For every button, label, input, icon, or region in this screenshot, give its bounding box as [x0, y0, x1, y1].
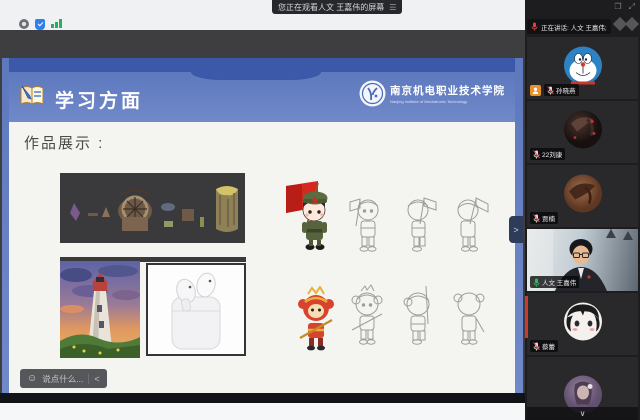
monkey-sketch-side-image [396, 284, 442, 353]
participant-name: 22刘康 [542, 149, 562, 159]
participant-name-chip: 人文 王嘉伟 [530, 276, 579, 288]
mic-muted-icon [533, 214, 540, 223]
open-book-icon [19, 84, 47, 113]
airpods-render-image [146, 263, 246, 356]
chat-placeholder[interactable]: 说点什么... [42, 373, 83, 385]
presentation-stage: 学习方面 南京机电职业技术学院 Nanjing Institute of Mec… [0, 30, 525, 403]
soldier-character-color-image [284, 180, 340, 259]
participant-name-chip: 蔡蕾 [530, 340, 558, 352]
banner-decoration [615, 19, 637, 29]
lighthouse-painting-image [60, 261, 140, 358]
ppt-slide: 学习方面 南京机电职业技术学院 Nanjing Institute of Mec… [2, 58, 523, 393]
mic-active-icon [533, 278, 540, 287]
slide-header-accent [9, 58, 515, 72]
soldier-sketch-front-image [344, 194, 390, 261]
participants-sidebar: ❐ ⤢ 正在讲话: 人文 王嘉伟; [525, 0, 640, 420]
participant-tiles: 孙晓燕 [527, 37, 638, 419]
participant-tile[interactable]: 22刘康 [527, 101, 638, 163]
monkey-sketch-front-image [344, 284, 390, 353]
participant-name: 人文 王嘉伟 [542, 277, 576, 287]
sidebar-window-controls: ❐ ⤢ [614, 2, 635, 12]
college-name-en: Nanjing Institute of Mechatronic Technol… [390, 99, 505, 104]
security-shield-icon[interactable] [35, 19, 45, 30]
slide-title: 学习方面 [55, 86, 143, 113]
participant-name: 孙晓燕 [556, 85, 576, 95]
anime-dark-avatar [563, 110, 603, 155]
fullscreen-icon[interactable]: ⤢ [629, 2, 635, 12]
app-topbar [0, 0, 525, 31]
host-badge-icon [530, 85, 541, 96]
sidebar-scroll-indicator[interactable] [525, 296, 528, 338]
participant-tile[interactable]: 贾楠 [527, 165, 638, 227]
shared-screen-area: 您正在观看人文 王嘉伟的屏幕 ☰ [0, 0, 525, 420]
monkey-sketch-back-image [446, 284, 492, 353]
works-display-label: 作品展示 : [24, 132, 104, 153]
chat-collapse-icon[interactable]: < [94, 374, 99, 384]
soldier-sketch-side-image [396, 194, 442, 261]
sidebar-collapse-button[interactable]: > [509, 216, 523, 243]
network-signal-icon[interactable] [51, 19, 62, 28]
anime-face-avatar [563, 302, 603, 347]
mic-muted-icon [533, 342, 540, 351]
speaking-banner-text: 正在讲话: 人文 王嘉伟; [541, 22, 607, 32]
tooltip-text: 您正在观看人文 王嘉伟的屏幕 [278, 2, 384, 13]
watching-screen-tooltip: 您正在观看人文 王嘉伟的屏幕 ☰ [272, 0, 402, 14]
chat-quick-input[interactable]: ☺ 说点什么... < [20, 369, 107, 388]
participant-tile[interactable]: 蔡蕾 [527, 293, 638, 355]
more-participants-button[interactable]: ∨ [527, 407, 638, 420]
tooltip-menu-icon[interactable]: ☰ [389, 3, 396, 12]
college-name: 南京机电职业技术学院 [390, 83, 505, 98]
slide-header: 学习方面 南京机电职业技术学院 Nanjing Institute of Mec… [9, 58, 515, 122]
participant-name-chip: 贾楠 [530, 212, 558, 224]
mic-muted-icon [547, 86, 554, 95]
participant-tile-active-speaker[interactable]: 人文 王嘉伟 [527, 229, 638, 291]
speaking-mic-icon [531, 22, 538, 31]
participant-name: 蔡蕾 [542, 341, 555, 351]
chat-pill-divider [88, 374, 89, 384]
monkey-character-color-image [290, 286, 342, 357]
mic-muted-icon [533, 150, 540, 159]
participant-name: 贾楠 [542, 213, 555, 223]
slide-left-border [2, 58, 9, 393]
chevron-down-icon[interactable]: ∨ [580, 409, 586, 418]
shared-screen-letterbox [0, 393, 525, 403]
college-logo: 南京机电职业技术学院 Nanjing Institute of Mechatro… [359, 80, 505, 107]
college-emblem-icon [359, 80, 386, 107]
soldier-sketch-back-image [446, 194, 492, 261]
record-indicator-icon[interactable] [19, 19, 29, 29]
emoji-icon[interactable]: ☺ [27, 374, 37, 384]
meeting-window: 您正在观看人文 王嘉伟的屏幕 ☰ [0, 0, 640, 420]
layout-icon[interactable]: ❐ [614, 2, 621, 12]
3d-props-image [60, 173, 245, 243]
participant-name-chip: 22刘康 [530, 148, 565, 160]
speaking-banner: 正在讲话: 人文 王嘉伟; [527, 19, 611, 34]
sepia-avatar [563, 174, 603, 219]
participant-tile[interactable]: 孙晓燕 [527, 37, 638, 99]
participant-name-chip: 孙晓燕 [544, 84, 579, 96]
